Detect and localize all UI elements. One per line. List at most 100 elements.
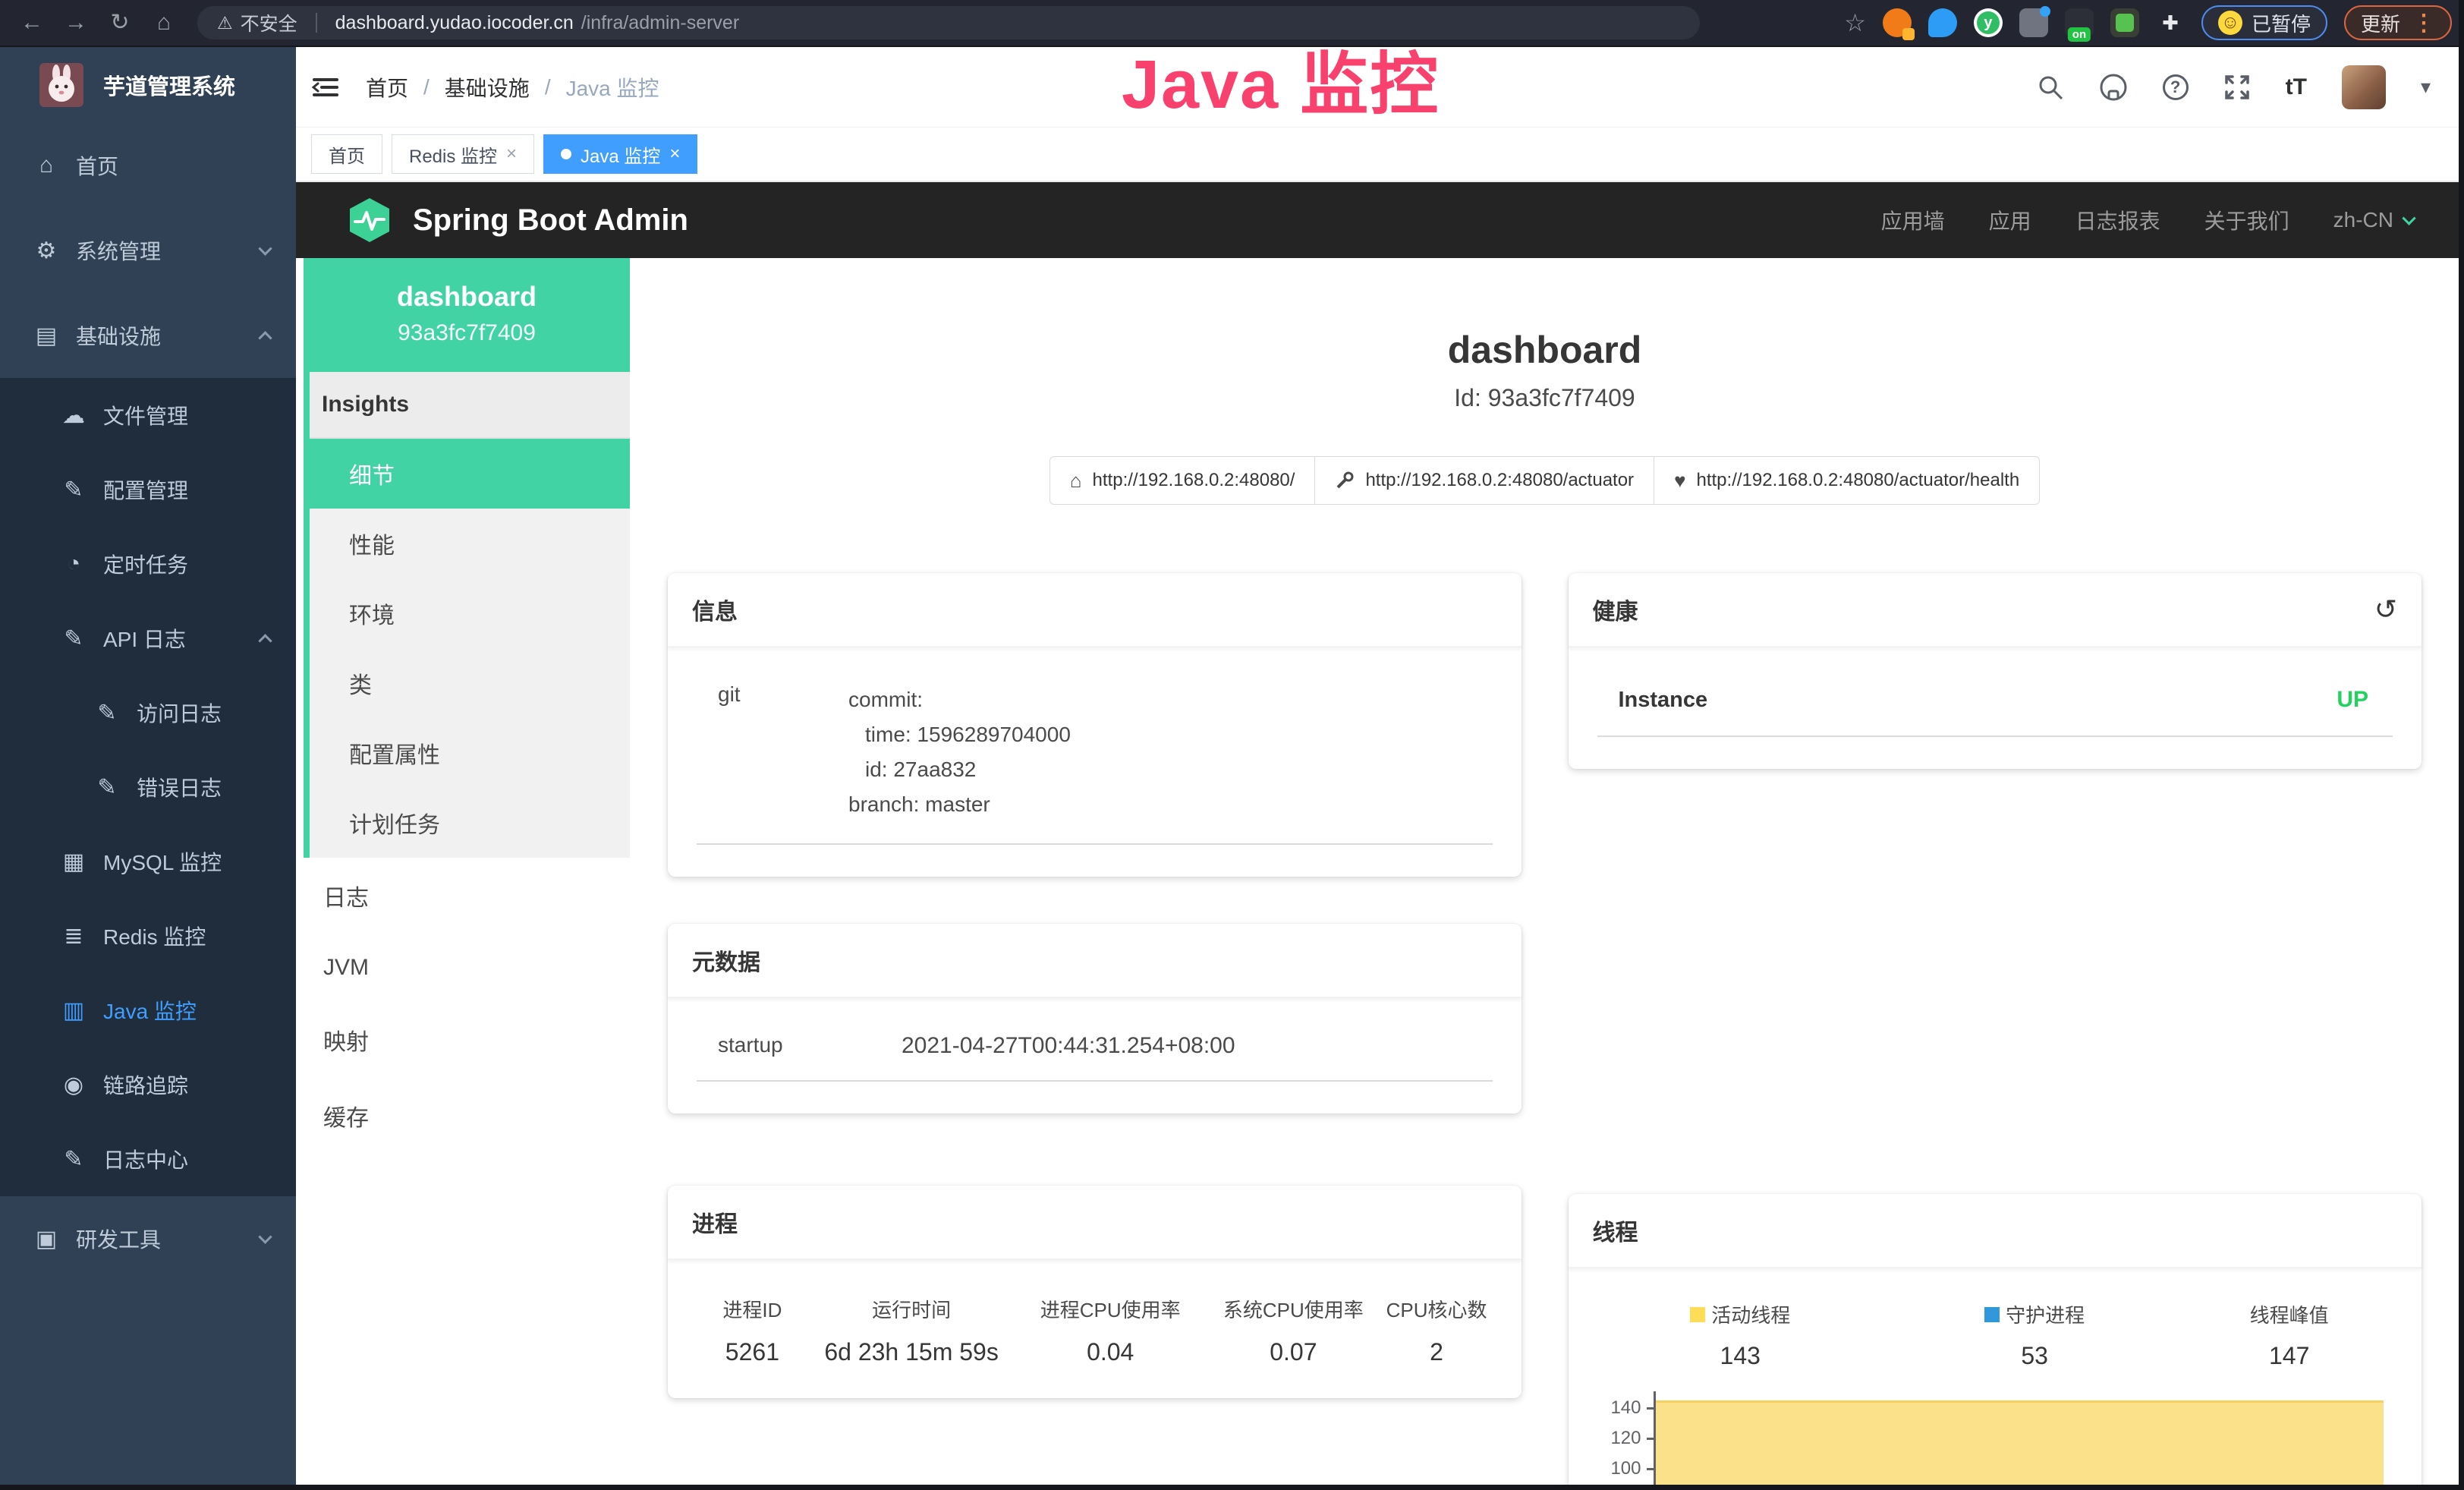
tab-label: Java 监控 — [581, 141, 660, 168]
home-icon: ⌂ — [1070, 469, 1082, 493]
sba-item-logs[interactable]: 日志 — [304, 858, 630, 934]
sidebar-item-error-logs[interactable]: ✎ 错误日志 — [0, 750, 296, 824]
process-stats-row: 进程ID 5261 运行时间 6d 23h 15m 59s — [697, 1295, 1493, 1366]
sidebar-item-redis-monitor[interactable]: ≣ Redis 监控 — [0, 899, 296, 973]
sba-nav-journal[interactable]: 日志报表 — [2075, 205, 2160, 235]
green-square — [2116, 14, 2134, 32]
font-size-icon[interactable]: tT — [2286, 74, 2307, 100]
insecure-warning-icon: ⚠ — [217, 13, 233, 33]
sba-item-mappings[interactable]: 映射 — [304, 1002, 630, 1078]
cards-column-left: 信息 git commit: time: 1596289704000 — [668, 573, 1522, 1398]
tab-home[interactable]: 首页 — [311, 134, 382, 174]
sidebar-item-system-management[interactable]: ⚙ 系统管理 — [0, 208, 296, 293]
sba-nav-applications[interactable]: 应用 — [1989, 205, 2031, 235]
sba-item-classes[interactable]: 类 — [304, 648, 630, 718]
extension-grid-icon[interactable] — [2019, 8, 2048, 37]
process-col-cpu-cores: CPU核心数 2 — [1381, 1295, 1493, 1366]
process-col-value: 2 — [1381, 1338, 1493, 1366]
address-bar[interactable]: ⚠ 不安全 dashboard.yudao.iocoder.cn/infra/a… — [197, 6, 1700, 39]
history-icon[interactable]: ↺ — [2374, 598, 2397, 621]
gear-icon: ⚙ — [29, 238, 64, 264]
sba-sidebar: dashboard 93a3fc7f7409 Insights 细节 性能 环境… — [304, 258, 630, 1490]
window-right-edge — [2459, 0, 2464, 1490]
threads-card-body: 活动线程 143 守护进程 — [1569, 1268, 2422, 1490]
sidebar-item-api-logs[interactable]: ✎ API 日志 — [0, 601, 296, 676]
sidebar-item-home[interactable]: ⌂ 首页 — [0, 123, 296, 208]
sba-item-metrics[interactable]: 性能 — [304, 509, 630, 578]
sba-language-select[interactable]: zh-CN — [2333, 208, 2414, 232]
sidebar-item-config-management[interactable]: ✎ 配置管理 — [0, 452, 296, 527]
sba-item-jvm[interactable]: JVM — [304, 934, 630, 1002]
process-col-uptime: 运行时间 6d 23h 15m 59s — [808, 1295, 1015, 1366]
close-icon[interactable]: × — [506, 143, 517, 165]
browser-update-button[interactable]: 更新 ⋮ — [2344, 5, 2452, 40]
browser-reload-button[interactable]: ↻ — [100, 1, 140, 45]
sidebar-item-dev-tools[interactable]: ▣ 研发工具 — [0, 1196, 296, 1281]
threads-stats-row: 活动线程 143 守护进程 — [1597, 1300, 2393, 1370]
browser-menu-dots-icon[interactable]: ⋮ — [2412, 10, 2435, 36]
sidebar-item-file-management[interactable]: ☁ 文件管理 — [0, 378, 296, 452]
sidebar-item-log-center[interactable]: ✎ 日志中心 — [0, 1122, 296, 1196]
active-tab-dot — [561, 149, 571, 159]
instance-home-link[interactable]: ⌂ http://192.168.0.2:48080/ — [1049, 456, 1316, 505]
process-card-body: 进程ID 5261 运行时间 6d 23h 15m 59s — [668, 1260, 1522, 1398]
extension-orange-icon[interactable] — [1883, 8, 1912, 37]
profile-paused-badge[interactable]: ☺ 已暂停 — [2201, 5, 2327, 40]
sba-language-value: zh-CN — [2333, 208, 2393, 232]
sidebar-item-scheduled-tasks[interactable]: ◔ 定时任务 — [0, 527, 296, 601]
sba-item-environment[interactable]: 环境 — [304, 578, 630, 648]
sba-nav: 应用墙 应用 日志报表 关于我们 zh-CN — [1881, 205, 2414, 235]
search-icon[interactable] — [2037, 74, 2064, 101]
browser-forward-button[interactable]: → — [56, 1, 96, 45]
extensions-menu-icon[interactable]: ✚ — [2156, 8, 2185, 37]
help-icon[interactable]: ? — [2163, 74, 2189, 100]
live-threads-area-series — [1656, 1400, 2384, 1490]
thread-stat-label: 活动线程 — [1711, 1300, 1790, 1328]
tab-java-monitor[interactable]: Java 监控 × — [543, 134, 697, 174]
process-col-label: 系统CPU使用率 — [1206, 1295, 1381, 1323]
sba-item-config-properties[interactable]: 配置属性 — [304, 718, 630, 788]
extension-vue-devtools-icon[interactable]: y — [1974, 8, 2003, 37]
extension-proxy-icon[interactable]: on — [2065, 8, 2094, 37]
browser-back-button[interactable]: ← — [12, 1, 52, 45]
instance-id-subtitle: Id: 93a3fc7f7409 — [668, 384, 2422, 412]
sidebar-item-infrastructure[interactable]: ▤ 基础设施 — [0, 293, 296, 378]
browser-home-button[interactable]: ⌂ — [144, 1, 184, 45]
bookmark-star-icon[interactable]: ☆ — [1844, 8, 1866, 37]
health-row-instance[interactable]: Instance UP — [1597, 682, 2393, 737]
github-icon[interactable] — [2099, 73, 2128, 102]
process-col-pid: 进程ID 5261 — [697, 1295, 808, 1366]
user-avatar[interactable] — [2342, 65, 2386, 109]
sba-instance-id: 93a3fc7f7409 — [304, 320, 630, 346]
extension-green-icon[interactable] — [2110, 8, 2139, 37]
sba-instance-header[interactable]: dashboard 93a3fc7f7409 — [304, 258, 630, 372]
cards-column-right: 健康 ↺ Instance UP — [1569, 573, 2422, 1490]
sidebar-item-trace[interactable]: ◉ 链路追踪 — [0, 1047, 296, 1122]
sidebar-item-access-logs[interactable]: ✎ 访问日志 — [0, 676, 296, 750]
sba-nav-wallboard[interactable]: 应用墙 — [1881, 205, 1945, 235]
app-sidebar: 芋道管理系统 ⌂ 首页 ⚙ 系统管理 ▤ 基础设施 ☁ 文件管理 — [0, 47, 296, 1490]
breadcrumb-home[interactable]: 首页 — [366, 72, 408, 102]
sidebar-item-mysql-monitor[interactable]: ▦ MySQL 监控 — [0, 824, 296, 899]
breadcrumb: 首页 / 基础设施 / Java 监控 — [366, 72, 659, 102]
sba-item-scheduled-tasks[interactable]: 计划任务 — [304, 788, 630, 858]
sidebar-item-java-monitor[interactable]: ▥ Java 监控 — [0, 973, 296, 1047]
close-icon[interactable]: × — [669, 143, 680, 165]
sidebar-fold-button[interactable] — [308, 70, 343, 105]
sba-nav-about[interactable]: 关于我们 — [2204, 205, 2289, 235]
breadcrumb-infrastructure[interactable]: 基础设施 — [445, 72, 530, 102]
fullscreen-icon[interactable] — [2223, 74, 2251, 101]
instance-actuator-link[interactable]: http://192.168.0.2:48080/actuator — [1315, 456, 1654, 505]
cards-grid: 信息 git commit: time: 1596289704000 — [668, 573, 2422, 1490]
app-logo[interactable]: 芋道管理系统 — [0, 47, 296, 123]
avatar-caret-down-icon[interactable]: ▾ — [2421, 75, 2431, 99]
paused-label: 已暂停 — [2252, 9, 2311, 37]
sidebar-item-label: 首页 — [76, 150, 118, 181]
spring-boot-admin-frame: Spring Boot Admin 应用墙 应用 日志报表 关于我们 zh-CN — [296, 182, 2464, 1490]
tab-redis-monitor[interactable]: Redis 监控 × — [392, 134, 534, 174]
sba-item-details[interactable]: 细节 — [304, 439, 630, 509]
instance-health-link[interactable]: ♥ http://192.168.0.2:48080/actuator/heal… — [1654, 456, 2040, 505]
extension-pin-icon[interactable] — [1928, 8, 1957, 37]
sba-item-caches[interactable]: 缓存 — [304, 1078, 630, 1154]
git-time-line: time: 1596289704000 — [848, 717, 1071, 752]
